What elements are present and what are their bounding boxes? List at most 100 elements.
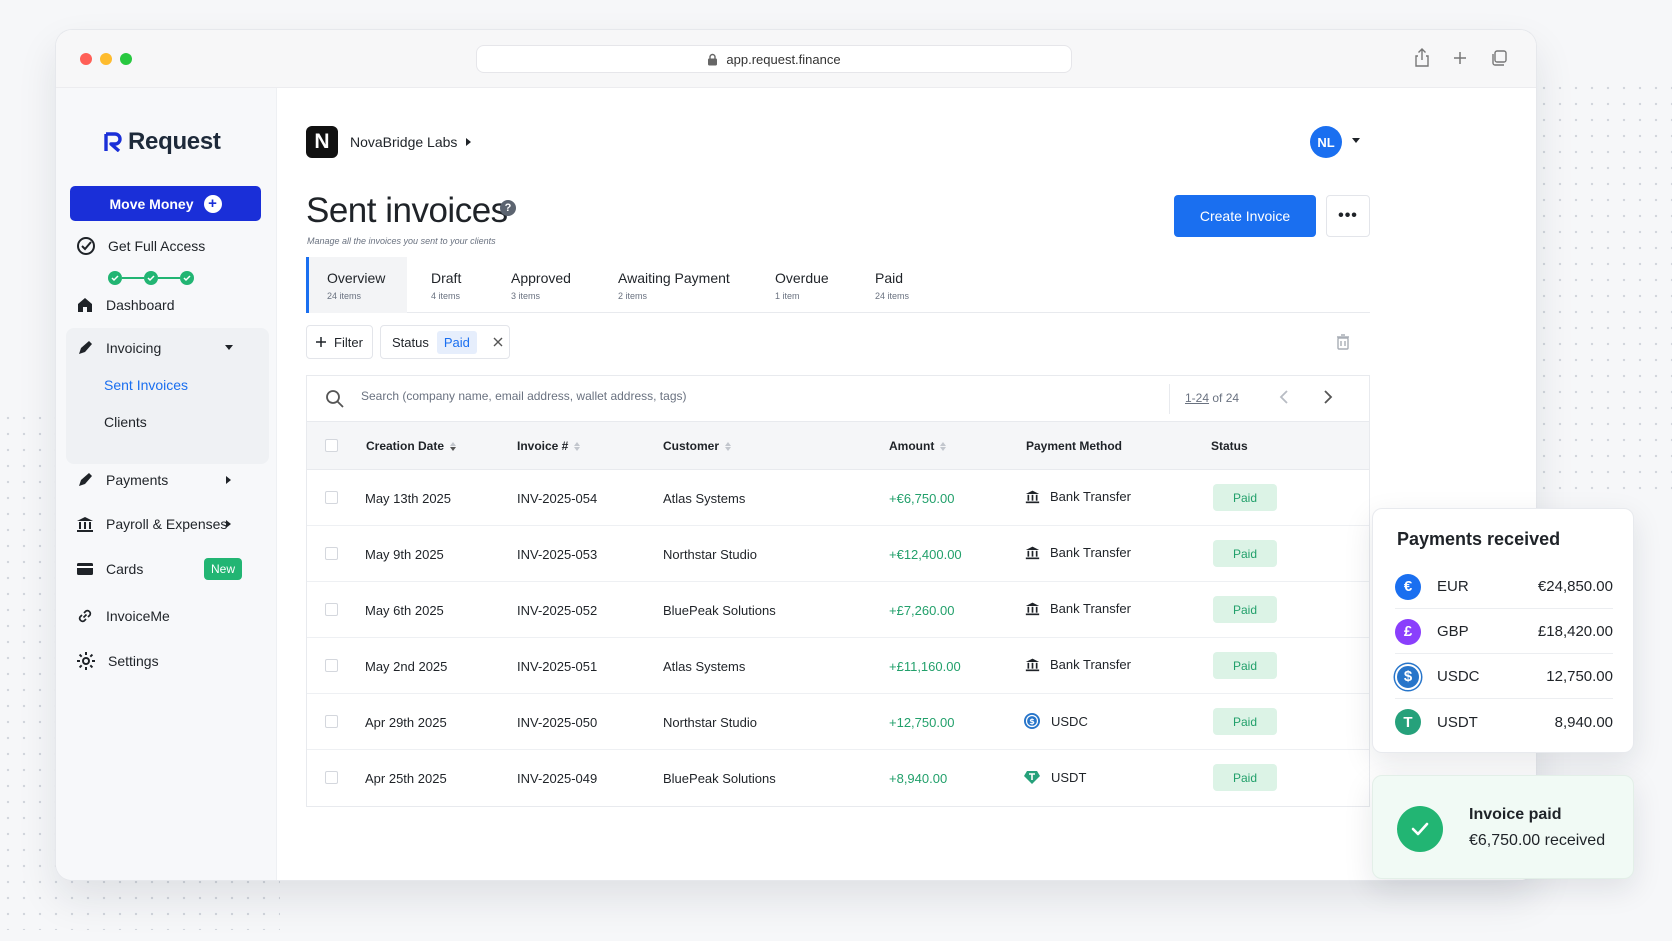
status-badge: Paid [1213, 764, 1277, 791]
column-label: Creation Date [366, 439, 445, 453]
org-logo[interactable]: N [306, 126, 338, 158]
row-checkbox[interactable] [325, 547, 338, 560]
access-progress [108, 271, 194, 285]
chevron-right-icon[interactable] [1323, 389, 1333, 405]
cell-customer: BluePeak Solutions [663, 603, 776, 618]
avatar[interactable]: NL [1310, 126, 1342, 158]
cell-date: May 13th 2025 [365, 491, 452, 506]
table-header: Creation Date Invoice # Customer Amount … [307, 422, 1369, 470]
sidebar: Request Move Money + Get Full Access Das… [56, 88, 277, 880]
tab-overdue[interactable]: Overdue 1 item [775, 257, 829, 313]
cell-customer: Atlas Systems [663, 659, 746, 674]
table-row[interactable]: May 2nd 2025 INV-2025-051 Atlas Systems … [307, 638, 1369, 694]
status-filter-chip[interactable]: Status Paid [380, 325, 510, 359]
caret-right-icon[interactable] [226, 520, 232, 528]
select-all-checkbox[interactable] [325, 439, 338, 452]
filter-button[interactable]: Filter [306, 325, 373, 359]
trash-icon[interactable] [1336, 334, 1350, 350]
table-row[interactable]: May 9th 2025 INV-2025-053 Northstar Stud… [307, 526, 1369, 582]
brand-logo[interactable]: Request [104, 128, 221, 156]
search-input[interactable] [361, 389, 1161, 403]
tab-count: 4 items [431, 291, 461, 301]
cell-amount: +€6,750.00 [889, 491, 955, 506]
sidebar-item-payroll[interactable]: Payroll & Expenses [76, 515, 227, 533]
search-bar: 1-24 of 24 [306, 375, 1370, 421]
sidebar-item-sent-invoices[interactable]: Sent Invoices [104, 377, 188, 393]
row-checkbox[interactable] [325, 659, 338, 672]
sidebar-item-cards[interactable]: Cards [76, 561, 143, 577]
help-icon[interactable]: ? [500, 200, 516, 216]
column-customer[interactable]: Customer [663, 439, 732, 453]
move-money-button[interactable]: Move Money + [70, 186, 261, 221]
row-checkbox[interactable] [325, 491, 338, 504]
more-options-button[interactable]: ••• [1326, 195, 1370, 237]
cell-amount: +12,750.00 [889, 715, 955, 730]
tab-draft[interactable]: Draft 4 items [431, 257, 461, 313]
sidebar-item-label: Payments [106, 472, 169, 488]
share-icon[interactable] [1414, 48, 1430, 68]
address-bar[interactable]: app.request.finance [476, 45, 1072, 73]
table-row[interactable]: May 6th 2025 INV-2025-052 BluePeak Solut… [307, 582, 1369, 638]
payment-summary-row: € EUR €24,850.00 [1395, 565, 1613, 609]
bank-icon [1025, 658, 1040, 672]
close-window-button[interactable] [80, 53, 92, 65]
row-checkbox[interactable] [325, 771, 338, 784]
target-check-icon [77, 237, 95, 255]
check-circle-icon [1397, 806, 1443, 852]
usdc-icon: $ [1395, 663, 1421, 690]
browser-titlebar: app.request.finance [56, 30, 1536, 88]
minimize-window-button[interactable] [100, 53, 112, 65]
sidebar-item-invoicing[interactable]: Invoicing [76, 339, 161, 357]
payment-method-label: Bank Transfer [1050, 489, 1131, 504]
check-icon [108, 271, 122, 285]
cell-customer: Atlas Systems [663, 491, 746, 506]
euro-icon: € [1395, 573, 1421, 600]
column-label: Payment Method [1026, 439, 1123, 453]
sidebar-item-label: Invoicing [106, 340, 162, 356]
currency-amount: €24,850.00 [1537, 578, 1613, 595]
column-amount[interactable]: Amount [889, 439, 947, 453]
sidebar-item-label: Payroll & Expenses [106, 516, 228, 532]
cell-invoice: INV-2025-049 [517, 771, 598, 786]
tab-approved[interactable]: Approved 3 items [511, 257, 571, 313]
tab-label: Draft [431, 270, 462, 286]
get-full-access-item[interactable]: Get Full Access [76, 236, 205, 256]
payment-method-label: USDC [1051, 713, 1088, 729]
close-icon[interactable] [493, 337, 503, 347]
get-full-access-label: Get Full Access [108, 238, 206, 254]
caret-down-icon[interactable] [1352, 138, 1360, 144]
payment-method-label: Bank Transfer [1050, 545, 1131, 560]
pagination-range[interactable]: 1-24 [1185, 391, 1209, 405]
status-badge: Paid [1213, 652, 1277, 679]
create-invoice-button[interactable]: Create Invoice [1174, 195, 1316, 237]
sidebar-item-payments[interactable]: Payments [76, 471, 168, 489]
row-checkbox[interactable] [325, 715, 338, 728]
row-checkbox[interactable] [325, 603, 338, 616]
caret-down-icon[interactable] [225, 345, 233, 351]
column-invoice-number[interactable]: Invoice # [517, 439, 581, 453]
payments-received-card: Payments received € EUR €24,850.00 £ GBP… [1372, 508, 1634, 753]
table-row[interactable]: Apr 29th 2025 INV-2025-050 Northstar Stu… [307, 694, 1369, 750]
caret-right-icon[interactable] [226, 476, 232, 484]
cell-amount: +£7,260.00 [889, 603, 955, 618]
sidebar-item-invoiceme[interactable]: InvoiceMe [76, 607, 170, 625]
link-icon [78, 609, 92, 623]
table-row[interactable]: May 13th 2025 INV-2025-054 Atlas Systems… [307, 470, 1369, 526]
caret-right-icon[interactable] [466, 138, 472, 146]
table-row[interactable]: Apr 25th 2025 INV-2025-049 BluePeak Solu… [307, 750, 1369, 806]
sidebar-item-dashboard[interactable]: Dashboard [76, 296, 175, 314]
move-money-label: Move Money [109, 195, 194, 212]
org-name[interactable]: NovaBridge Labs [350, 134, 457, 150]
tab-count: 3 items [511, 291, 541, 301]
tab-overview[interactable]: Overview 24 items [306, 257, 407, 313]
sidebar-item-settings[interactable]: Settings [76, 651, 159, 671]
payment-summary-row: T USDT 8,940.00 [1395, 700, 1613, 744]
maximize-window-button[interactable] [120, 53, 132, 65]
tab-awaiting-payment[interactable]: Awaiting Payment 2 items [618, 257, 730, 313]
tabs-overview-icon[interactable] [1490, 48, 1508, 68]
new-tab-icon[interactable] [1452, 48, 1468, 68]
tab-paid[interactable]: Paid 24 items [875, 257, 909, 313]
sidebar-item-clients[interactable]: Clients [104, 414, 147, 430]
chevron-left-icon[interactable] [1279, 389, 1289, 405]
column-creation-date[interactable]: Creation Date [366, 439, 457, 453]
